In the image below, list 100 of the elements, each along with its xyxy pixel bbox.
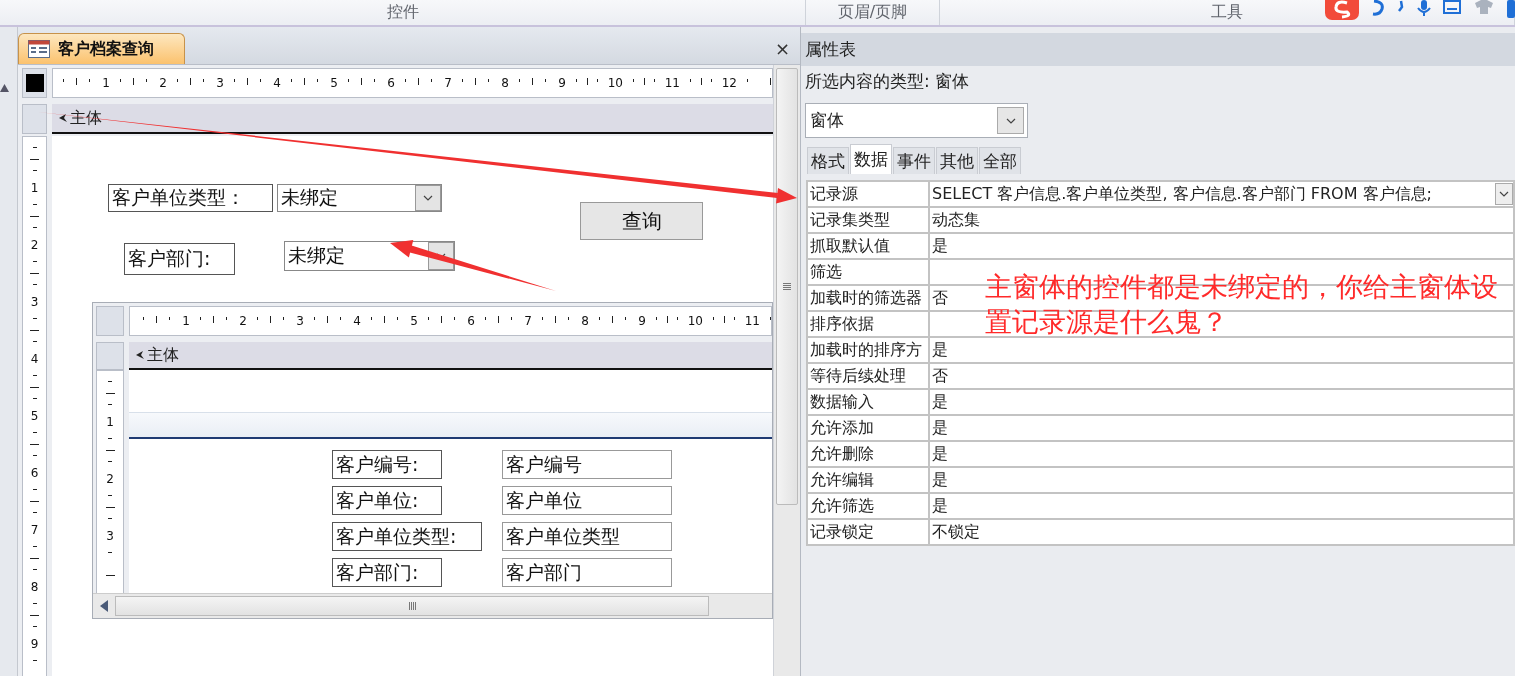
ruler-number: 2 <box>239 315 247 327</box>
section-marker-icon <box>135 350 145 360</box>
ruler-number: 1 <box>106 415 114 428</box>
property-value[interactable]: 否 <box>932 287 948 309</box>
ruler-number: 5 <box>330 77 338 89</box>
mic-icon[interactable] <box>1417 0 1431 16</box>
ruler-number: 4 <box>353 315 361 327</box>
property-value[interactable]: 是 <box>932 443 948 465</box>
property-value[interactable]: 动态集 <box>932 209 980 231</box>
comma-icon[interactable] <box>1397 0 1405 12</box>
keyboard-icon[interactable] <box>1443 0 1461 14</box>
ruler-number: 3 <box>216 77 224 89</box>
property-value[interactable]: 是 <box>932 339 948 361</box>
ruler-number: 3 <box>30 295 39 308</box>
combo-box[interactable]: 未绑定 <box>277 184 442 212</box>
panel-title: 属性表 <box>801 33 1515 66</box>
text-field[interactable]: 客户单位类型 <box>502 522 672 551</box>
ruler-number: 2 <box>106 472 114 485</box>
property-name: 记录集类型 <box>808 208 930 234</box>
ruler-number: 4 <box>273 77 281 89</box>
property-value[interactable]: 不锁定 <box>932 521 980 543</box>
ruler-number: 2 <box>159 77 167 89</box>
scrollbar-thumb[interactable] <box>115 596 709 616</box>
ruler-number: 5 <box>410 315 418 327</box>
ruler-number: 7 <box>444 77 452 89</box>
close-button[interactable]: × <box>774 40 790 58</box>
property-value[interactable]: 是 <box>932 391 948 413</box>
ruler-number: 1 <box>182 315 190 327</box>
tab[interactable]: 全部 <box>979 147 1021 174</box>
dropdown-button[interactable] <box>997 107 1024 134</box>
shirt-icon[interactable] <box>1473 0 1495 14</box>
tab[interactable]: 其他 <box>936 147 978 174</box>
property-value[interactable]: 是 <box>932 495 948 517</box>
label: 客户单位类型: <box>332 522 482 551</box>
ruler-number: 11 <box>744 315 760 327</box>
text-field[interactable]: 客户编号 <box>502 450 672 479</box>
ruler-number: 3 <box>296 315 304 327</box>
ruler-number: 6 <box>30 466 39 479</box>
property-name: 允许添加 <box>808 416 930 442</box>
combo-box[interactable]: 未绑定 <box>284 241 455 271</box>
ruler-number: 8 <box>501 77 509 89</box>
ruler-number: 5 <box>30 409 39 422</box>
ruler-number: 3 <box>106 529 114 542</box>
tab[interactable]: 格式 <box>807 147 849 174</box>
scroll-left-icon <box>100 600 108 612</box>
property-name: 抓取默认值 <box>808 234 930 260</box>
chevron-icon <box>1499 191 1509 197</box>
annotation-text: 主窗体的控件都是未绑定的，你给主窗体设置记录源是什么鬼？ <box>985 270 1499 339</box>
document-tab[interactable]: 客户档案查询 <box>18 33 185 64</box>
dropdown-button[interactable] <box>415 185 441 211</box>
scroll-up-icon[interactable] <box>0 84 9 92</box>
label: 客户部门: <box>124 243 235 275</box>
ruler-number: 1 <box>102 77 110 89</box>
property-name: 数据输入 <box>808 390 930 416</box>
grip-icon <box>783 283 791 290</box>
ribbon-group-label: 控件 <box>386 2 419 23</box>
property-name: 记录源 <box>808 182 930 208</box>
property-value[interactable]: SELECT 客户信息.客户单位类型, 客户信息.客户部门 FROM 客户信息; <box>932 183 1432 205</box>
ruler-number: 6 <box>467 315 475 327</box>
query-button[interactable]: 查询 <box>580 202 703 240</box>
text-field[interactable]: 客户部门 <box>502 558 672 587</box>
ruler-number: 7 <box>30 523 39 536</box>
section-title: 主体 <box>147 344 179 366</box>
property-name: 等待后续处理 <box>808 364 930 390</box>
section-selector[interactable] <box>96 342 124 370</box>
property-value[interactable]: 是 <box>932 235 948 257</box>
select-form-box[interactable] <box>22 68 47 98</box>
scrollbar-thumb[interactable] <box>776 68 798 505</box>
property-value[interactable]: 是 <box>932 469 948 491</box>
property-name: 加载时的排序方 <box>808 338 930 364</box>
chevron-icon <box>423 195 433 201</box>
label: 客户单位: <box>332 486 442 515</box>
ruler-number: 1 <box>30 181 39 194</box>
section-marker-icon <box>58 113 68 123</box>
text-field[interactable]: 客户单位 <box>502 486 672 515</box>
label: 客户单位类型： <box>108 184 273 212</box>
chevron-icon <box>1005 117 1016 124</box>
toolbox-icon[interactable] <box>1507 0 1515 18</box>
property-name: 加载时的筛选器 <box>808 286 930 312</box>
property-name: 允许编辑 <box>808 468 930 494</box>
property-name: 记录锁定 <box>808 520 930 546</box>
grip-icon <box>408 602 416 610</box>
ruler-number: 4 <box>30 352 39 365</box>
tab[interactable]: 数据 <box>850 144 892 174</box>
section-selector[interactable] <box>22 104 47 134</box>
half-moon-icon[interactable] <box>1371 0 1385 16</box>
tab[interactable]: 事件 <box>893 147 935 174</box>
dropdown-button[interactable] <box>1495 183 1513 205</box>
property-value[interactable]: 否 <box>932 365 948 387</box>
property-name: 排序依据 <box>808 312 930 338</box>
ruler-number: 12 <box>721 77 737 89</box>
ruler-number: 2 <box>30 238 39 251</box>
object-select[interactable]: 窗体 <box>805 103 1028 138</box>
ribbon-group-label: 工具 <box>1211 2 1243 23</box>
logo-icon[interactable] <box>1325 0 1359 20</box>
label: 客户编号: <box>332 450 442 479</box>
ribbon-group-label: 页眉/页脚 <box>837 2 908 23</box>
ruler-number: 9 <box>558 77 566 89</box>
property-value[interactable]: 是 <box>932 417 948 439</box>
ruler-number: 11 <box>664 77 680 89</box>
